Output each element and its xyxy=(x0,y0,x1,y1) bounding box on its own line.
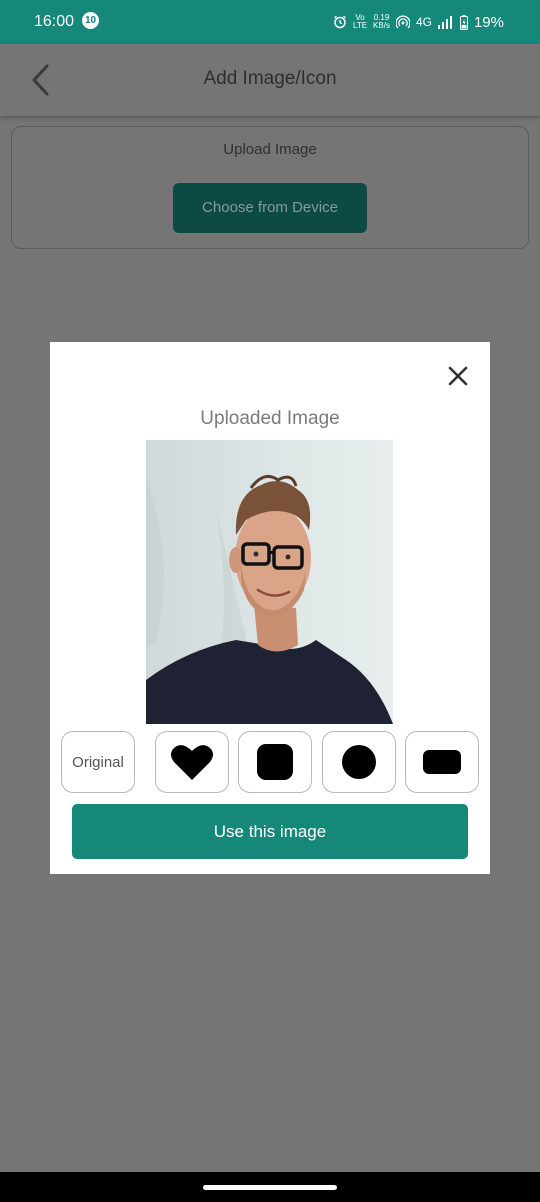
circle-icon xyxy=(342,745,376,779)
shape-rounded-rectangle-button[interactable] xyxy=(405,731,479,793)
dialog-title: Uploaded Image xyxy=(200,408,340,429)
shape-rounded-square-button[interactable] xyxy=(238,731,312,793)
battery-percent: 19% xyxy=(473,13,504,31)
uploaded-image-dialog: Uploaded Image Original Use this image xyxy=(50,342,490,874)
heart-icon xyxy=(171,745,213,780)
network-type: 4G xyxy=(415,15,432,29)
volte-indicator: Vo LTE xyxy=(352,13,368,30)
battery-icon xyxy=(459,14,468,30)
alarm-icon xyxy=(334,15,346,29)
rounded-rectangle-icon xyxy=(423,750,461,774)
notification-count-badge: 10 xyxy=(82,12,99,29)
page-title: Add Image/Icon xyxy=(203,68,337,89)
upload-image-label: Upload Image xyxy=(223,141,317,158)
shape-options: Original xyxy=(61,731,479,795)
status-icons: Vo LTE 0.19 KB/s 4G 19% xyxy=(333,11,504,33)
use-this-image-button[interactable]: Use this image xyxy=(72,804,468,859)
navigation-bar xyxy=(0,1172,540,1202)
shape-heart-button[interactable] xyxy=(155,731,229,793)
close-icon[interactable] xyxy=(444,362,472,390)
hotspot-icon xyxy=(395,15,410,29)
signal-icon xyxy=(437,15,452,29)
status-bar: 16:00 10 Vo LTE 0.19 KB/s 4G 19% xyxy=(0,0,540,44)
shape-circle-button[interactable] xyxy=(322,731,396,793)
upload-image-card: Upload Image Choose from Device xyxy=(11,126,529,249)
choose-from-device-button[interactable]: Choose from Device xyxy=(173,183,367,233)
network-speed: 0.19 KB/s xyxy=(373,13,390,30)
uploaded-photo xyxy=(146,440,393,724)
app-bar: Add Image/Icon xyxy=(0,44,540,116)
status-time: 16:00 xyxy=(34,13,75,30)
home-gesture-handle[interactable] xyxy=(203,1185,337,1190)
rounded-square-icon xyxy=(257,744,293,780)
shape-original-button[interactable]: Original xyxy=(61,731,135,793)
